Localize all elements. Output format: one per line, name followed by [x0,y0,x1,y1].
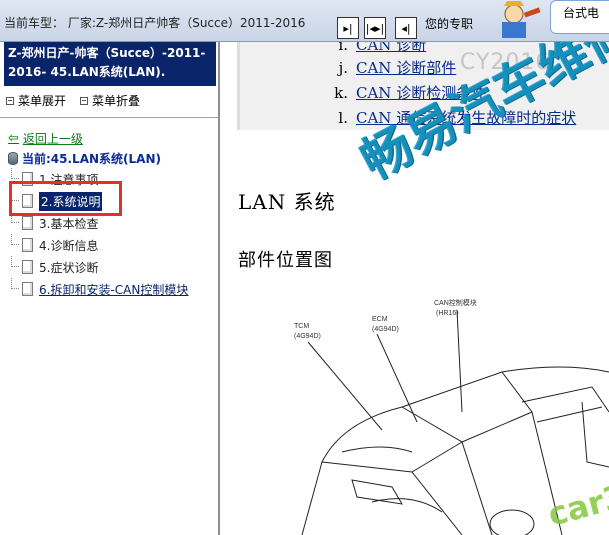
tree-connector [11,190,19,201]
tree-connector [11,168,19,179]
tree-item-label: 6.拆卸和安装-CAN控制模块 [39,282,189,297]
database-icon [8,152,18,165]
document-icon [22,216,33,230]
current-section: 当前:45.LAN系统(LAN) [8,150,161,167]
back-link-label: 返回上一级 [22,132,83,146]
menu-collapse-link[interactable]: 菜单折叠 [92,92,140,109]
tree-connector [11,256,19,267]
mechanic-mascot-icon [502,1,541,38]
list-letter: i. [338,42,348,54]
tree-item-label: 5.症状诊断 [39,260,99,275]
list-letter: k. [334,84,348,102]
sidebar: Z-郑州日产-帅客（Succe）-2011-2016- 45.LAN系统(LAN… [0,42,220,535]
list-link[interactable]: CAN 诊断部件 [356,59,456,77]
menu-expand-link[interactable]: 菜单展开 [18,92,66,109]
first-page-icon: ▸| [343,21,353,35]
back-link[interactable]: ⇦ 返回上一级 [8,130,83,147]
tree-item-basic-inspection[interactable]: 3.基本检查 [8,212,218,234]
last-page-button[interactable]: ◂| [395,17,417,39]
list-item-j: j. CAN 诊断部件 [332,57,457,78]
list-link[interactable]: CAN 诊断 [356,42,426,54]
ecm-label: ECM [372,316,388,323]
sidebar-divider [0,117,218,118]
tree-connector [11,278,19,289]
expand-icon [6,96,14,105]
can-module-label: CAN控制模块 [434,300,477,307]
tree-item-label: 4.诊断信息 [39,238,99,253]
desktop-version-badge: 台式电 [550,0,609,34]
subsection-heading: 部件位置图 [238,250,333,271]
tree-connector [11,212,19,223]
document-icon [22,172,33,186]
current-section-label: 当前:45.LAN系统(LAN) [22,152,161,166]
list-item-i: i. CAN 诊断 [332,42,426,55]
tree-item-label: 3.基本检查 [39,216,99,231]
tree-item-system-description[interactable]: 2.系统说明 [8,190,218,212]
tcm-code-label: (4G94D) [294,333,321,340]
double-arrow-icon: |◂▸| [365,21,385,35]
top-toolbar: 当前车型： 厂家:Z-郑州日产帅客（Succe）2011-2016 ▸| |◂▸… [0,0,609,42]
next-page-button[interactable]: |◂▸| [364,17,386,39]
last-page-icon: ◂| [401,21,411,35]
tree-item-precautions[interactable]: 1.注意事项 [8,168,218,190]
tree-item-label: 1.注意事项 [39,172,99,187]
section-heading: LAN 系统 [238,190,336,214]
back-arrow-icon: ⇦ [8,131,19,146]
current-car-model: 当前车型： 厂家:Z-郑州日产帅客（Succe）2011-2016 [4,16,306,30]
doc-tree: 1.注意事项 2.系统说明 3.基本检查 4.诊断信息 5.症状诊断 6.拆卸和… [8,168,218,300]
list-letter: l. [338,109,348,127]
ecm-code-label: (4G94D) [372,326,399,333]
tree-connector [11,234,19,245]
collapse-icon [80,96,89,105]
can-code-label: (HR16) [436,310,459,317]
app-window: 当前车型： 厂家:Z-郑州日产帅客（Succe）2011-2016 ▸| |◂▸… [0,0,609,535]
list-letter: j. [338,59,348,77]
first-page-button[interactable]: ▸| [337,17,359,39]
tree-item-removal-installation[interactable]: 6.拆卸和安装-CAN控制模块 [8,278,218,300]
document-icon [22,260,33,274]
pro-version-label: 您的专职 [425,17,474,31]
document-content: i. CAN 诊断 j. CAN 诊断部件 k. CAN 诊断检测条件 l. CAN 通… [222,42,609,535]
tree-item-diagnostic-info[interactable]: 4.诊断信息 [8,234,218,256]
document-icon [22,238,33,252]
tcm-label: TCM [294,323,310,330]
document-icon [22,194,33,208]
tree-item-symptom-diagnosis[interactable]: 5.症状诊断 [8,256,218,278]
menu-toggle-row: 菜单展开 菜单折叠 [6,92,140,109]
sidebar-title: Z-郑州日产-帅客（Succe）-2011-2016- 45.LAN系统(LAN… [4,42,216,86]
tree-item-label: 2.系统说明 [39,191,103,211]
document-icon [22,282,33,296]
